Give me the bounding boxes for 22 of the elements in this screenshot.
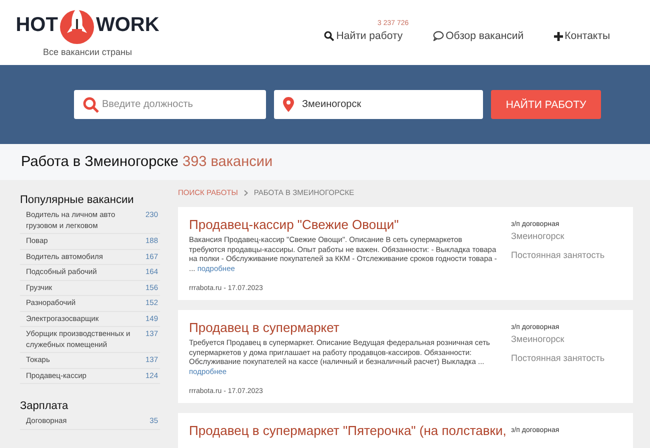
employment-type: Постоянная занятость xyxy=(511,250,606,260)
sidebar-heading: Зарплата xyxy=(20,400,70,412)
job-city: Змеиногорск xyxy=(511,231,566,241)
nav-link[interactable]: Найти работу xyxy=(324,30,403,42)
plus-icon xyxy=(554,32,563,40)
position-search-field[interactable]: Введите должность xyxy=(74,90,266,119)
page-title: Работа в Змеиногорске 393 вакансии xyxy=(21,154,273,170)
speech-bubble-icon xyxy=(432,31,444,41)
employment-type: Постоянная занятость xyxy=(511,353,606,363)
job-title-link[interactable]: Продавец в супермаркет xyxy=(189,320,340,335)
logo-text: HOT xyxy=(16,14,58,36)
chevron-icon xyxy=(244,190,248,196)
search-icon xyxy=(324,31,334,41)
tagline: Все вакансии страны xyxy=(43,47,132,57)
job-title-link[interactable]: Продавец-кассир "Свежие Овощи" xyxy=(189,217,399,232)
nav-link[interactable]: Обзор вакансий xyxy=(432,30,524,42)
nav-link[interactable]: Контакты xyxy=(554,30,610,42)
sidebar-heading: Популярные вакансии xyxy=(20,194,135,206)
logo-text: WORK xyxy=(96,14,160,36)
job-title-link[interactable]: Продавец в супермаркет "Пятерочка" (на полставки, xyxy=(189,423,506,438)
job-city: Змеиногорск xyxy=(511,334,566,344)
city-field[interactable]: Змеиногорск xyxy=(274,90,483,119)
